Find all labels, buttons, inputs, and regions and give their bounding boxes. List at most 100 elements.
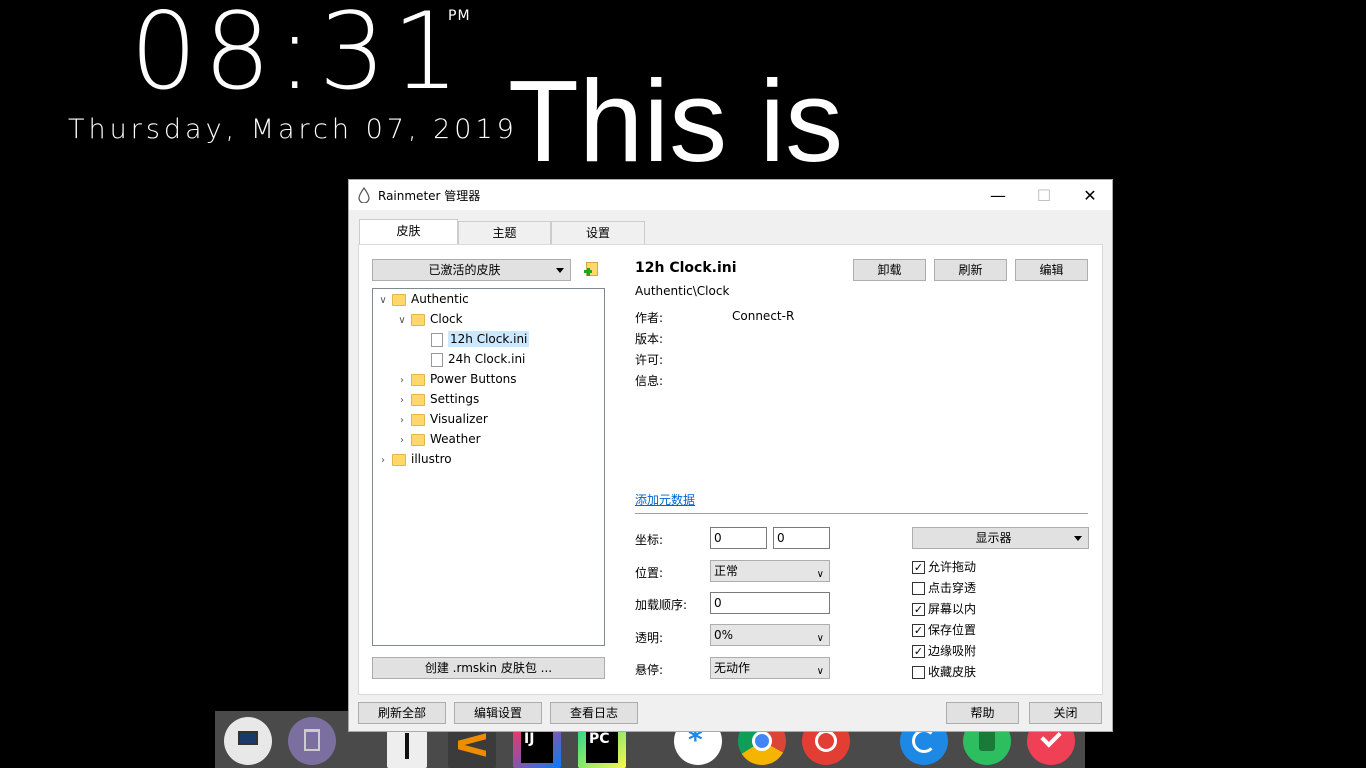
skin-name: 12h Clock.ini (635, 260, 737, 276)
info-label: 信息: (635, 374, 664, 388)
transparency-value: 0% (714, 628, 734, 642)
unload-button[interactable]: 卸载 (853, 259, 926, 281)
tree-item-24h-clock[interactable]: 24h Clock.ini (431, 349, 525, 369)
position-label: 位置: (635, 566, 664, 580)
checkbox-label: 点击穿透 (928, 581, 977, 595)
y-coordinate-input[interactable]: 0 (773, 527, 830, 549)
chevron-down-icon: ∨ (816, 666, 824, 677)
skin-path: Authentic\Clock (635, 284, 730, 298)
license-label: 许可: (635, 353, 664, 367)
clock-ampm: PM (448, 8, 471, 24)
checkbox-draggable[interactable]: ✓ 允许拖动 (912, 559, 976, 575)
transparency-label: 透明: (635, 631, 664, 645)
tab-skins[interactable]: 皮肤 (359, 219, 458, 245)
create-rmskin-button[interactable]: 创建 .rmskin 皮肤包 ... (372, 657, 605, 679)
chevron-right-icon[interactable]: › (397, 371, 407, 391)
close-window-button[interactable]: ✕ (1067, 180, 1113, 210)
edit-button[interactable]: 编辑 (1015, 259, 1088, 281)
position-select[interactable]: 正常 ∨ (710, 560, 830, 582)
view-log-button[interactable]: 查看日志 (550, 702, 638, 724)
finder-icon[interactable] (224, 717, 272, 765)
display-monitor-dropdown[interactable]: 显示器 (912, 527, 1089, 549)
checkbox-label: 收藏皮肤 (928, 665, 977, 679)
chevron-down-icon[interactable]: ∨ (397, 311, 407, 331)
folder-icon (411, 313, 425, 326)
chevron-down-icon: ∨ (816, 569, 824, 580)
ini-file-icon (431, 332, 443, 347)
author-value: Connect-R (732, 309, 795, 323)
tree-item-clock[interactable]: ∨ Clock (397, 309, 462, 331)
x-coordinate-input[interactable]: 0 (710, 527, 767, 549)
chevron-right-icon[interactable]: › (397, 391, 407, 411)
trash-icon[interactable] (288, 717, 336, 765)
chevron-right-icon[interactable]: › (397, 431, 407, 451)
checkbox-checked-icon[interactable]: ✓ (912, 603, 925, 616)
tab-themes[interactable]: 主题 (458, 221, 551, 245)
desktop-big-text: This is (508, 56, 844, 186)
coords-label: 坐标: (635, 533, 664, 547)
checkbox-label: 屏幕以内 (928, 602, 977, 616)
ini-file-icon (431, 352, 443, 367)
add-skin-icon[interactable] (584, 261, 600, 277)
add-metadata-link[interactable]: 添加元数据 (635, 491, 695, 508)
position-value: 正常 (714, 564, 739, 578)
checkbox-snap-edges[interactable]: ✓ 边缘吸附 (912, 643, 976, 659)
skin-tree[interactable]: ∨ Authentic ∨ Clock 12h Clock.ini 24h Cloc… (372, 288, 605, 646)
tree-item-weather[interactable]: › Weather (397, 429, 481, 449)
tree-item-label: Power Buttons (430, 372, 517, 386)
checkbox-click-through[interactable]: 点击穿透 (912, 580, 976, 596)
hover-label: 悬停: (635, 663, 664, 677)
chevron-down-icon[interactable]: ∨ (378, 291, 388, 311)
help-button[interactable]: 帮助 (946, 702, 1019, 724)
close-button[interactable]: 关闭 (1029, 702, 1102, 724)
edit-settings-button[interactable]: 编辑设置 (454, 702, 542, 724)
refresh-button[interactable]: 刷新 (934, 259, 1007, 281)
hover-select[interactable]: 无动作 ∨ (710, 657, 830, 679)
version-label: 版本: (635, 332, 664, 346)
tree-item-authentic[interactable]: ∨ Authentic (378, 289, 468, 311)
checkbox-favorite[interactable]: 收藏皮肤 (912, 664, 976, 680)
tree-item-label: Weather (430, 432, 481, 446)
window-title: Rainmeter 管理器 (378, 189, 481, 203)
checkbox-unchecked-icon[interactable] (912, 582, 925, 595)
transparency-select[interactable]: 0% ∨ (710, 624, 830, 646)
tree-item-12h-clock[interactable]: 12h Clock.ini (431, 329, 530, 349)
rainmeter-window: Rainmeter 管理器 — ☐ ✕ 皮肤 主题 设置 已激活的皮肤 ∨ Aut… (348, 179, 1113, 732)
checkbox-label: 允许拖动 (928, 560, 977, 574)
display-monitor-label: 显示器 (975, 531, 1012, 545)
folder-icon (411, 373, 425, 386)
clock-date: Thursday, March 07, 2019 (68, 114, 518, 145)
minimize-button[interactable]: — (975, 180, 1021, 210)
checkbox-checked-icon[interactable]: ✓ (912, 645, 925, 658)
folder-icon (392, 453, 406, 466)
checkbox-keep-on-screen[interactable]: ✓ 屏幕以内 (912, 601, 976, 617)
hover-value: 无动作 (714, 661, 751, 675)
maximize-button[interactable]: ☐ (1021, 180, 1067, 210)
clock-time: 08:31 (130, 0, 466, 113)
checkbox-unchecked-icon[interactable] (912, 666, 925, 679)
tab-settings[interactable]: 设置 (551, 221, 645, 245)
active-skins-dropdown-label: 已激活的皮肤 (428, 263, 501, 277)
load-order-input[interactable]: 0 (710, 592, 830, 614)
tree-item-power-buttons[interactable]: › Power Buttons (397, 369, 517, 389)
checkbox-checked-icon[interactable]: ✓ (912, 561, 925, 574)
tree-item-label: Visualizer (430, 412, 488, 426)
checkbox-checked-icon[interactable]: ✓ (912, 624, 925, 637)
refresh-all-button[interactable]: 刷新全部 (358, 702, 446, 724)
tree-item-illustro[interactable]: › illustro (378, 449, 452, 469)
title-bar[interactable]: Rainmeter 管理器 — ☐ ✕ (349, 180, 1112, 210)
load-order-label: 加载顺序: (635, 598, 688, 612)
chevron-right-icon[interactable]: › (397, 411, 407, 431)
chevron-down-icon: ∨ (816, 633, 824, 644)
active-skins-dropdown[interactable]: 已激活的皮肤 (372, 259, 571, 281)
tree-item-label: 24h Clock.ini (448, 352, 526, 366)
tree-item-settings[interactable]: › Settings (397, 389, 479, 409)
chevron-right-icon[interactable]: › (378, 451, 388, 471)
checkbox-label: 边缘吸附 (928, 644, 977, 658)
tree-item-label: illustro (411, 452, 452, 466)
checkbox-save-position[interactable]: ✓ 保存位置 (912, 622, 976, 638)
dropdown-arrow-icon (1074, 536, 1082, 541)
tree-item-visualizer[interactable]: › Visualizer (397, 409, 488, 429)
tree-item-label: 12h Clock.ini (448, 331, 530, 347)
divider (635, 513, 1088, 514)
